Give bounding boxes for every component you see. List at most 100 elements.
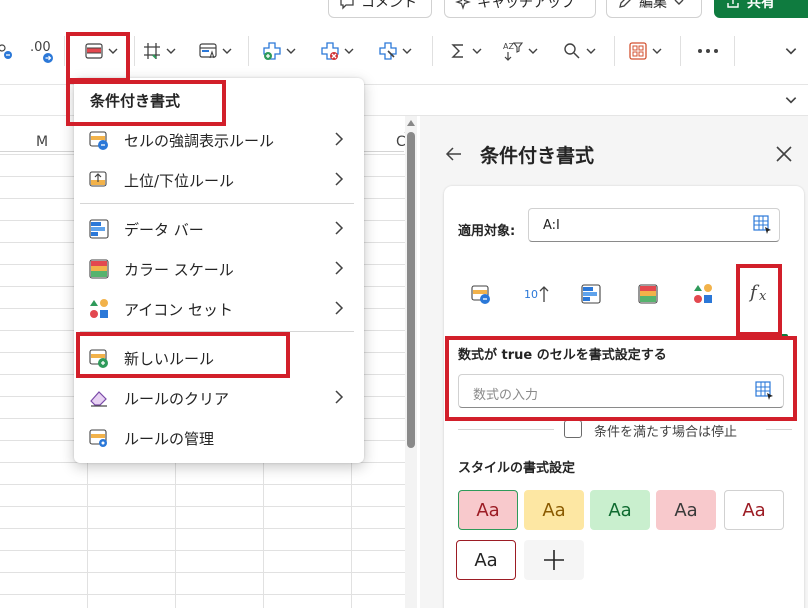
new-rule-icon <box>89 349 108 368</box>
format-table-icon <box>199 43 217 59</box>
chevron-down-icon <box>674 0 684 5</box>
style-swatch-yellow[interactable]: Aa <box>524 490 584 530</box>
grid-apps-icon <box>629 42 647 60</box>
add-ins-button[interactable] <box>628 34 663 68</box>
menu-item-manage-rules[interactable]: ルールの管理 <box>74 418 364 456</box>
column-header-m[interactable]: M <box>36 134 48 150</box>
share-button[interactable]: 共有 <box>714 0 808 18</box>
conditional-formatting-pane: 条件付き書式 適用対象: A:I 10 fx 数式が true のセルを書式設定… <box>420 116 808 608</box>
eraser-icon <box>90 391 107 407</box>
menu-item-highlight-rules[interactable]: セルの強調表示ルール <box>74 120 364 158</box>
menu-title: 条件付き書式 <box>90 92 181 110</box>
style-swatch-text: Aa <box>542 499 566 521</box>
menu-item-label: カラー スケール <box>124 261 234 279</box>
edit-mode-button[interactable]: 編集 <box>606 0 702 18</box>
format-cells-button[interactable] <box>378 34 413 68</box>
style-swatch-green[interactable]: Aa <box>590 490 650 530</box>
style-swatch-red-border[interactable]: Aa <box>456 540 516 580</box>
menu-item-data-bar[interactable]: データ バー <box>74 209 364 247</box>
conditional-formatting-button[interactable] <box>84 34 119 68</box>
toolbar-separator <box>680 36 681 66</box>
menu-item-top-bottom-rules[interactable]: 上位/下位ルール <box>74 160 364 198</box>
vertical-scrollbar[interactable] <box>405 116 417 608</box>
find-button[interactable] <box>562 34 597 68</box>
pencil-icon <box>619 0 631 8</box>
insert-cells-icon <box>263 42 281 60</box>
add-custom-style-button[interactable] <box>524 540 584 580</box>
scrollbar-thumb[interactable] <box>407 132 415 448</box>
ribbon-toolbar: .00 AZ <box>0 22 808 80</box>
format-as-table-button[interactable] <box>198 34 233 68</box>
chevron-down-icon[interactable] <box>784 93 798 107</box>
formula-rule-icon[interactable]: fx <box>748 278 772 306</box>
expand-ribbon-button[interactable] <box>784 34 798 68</box>
style-swatch-text: Aa <box>742 499 766 521</box>
toolbar-separator <box>134 36 135 66</box>
catchup-label: キャッチアップ <box>477 0 575 11</box>
style-swatch-text: Aa <box>674 499 698 521</box>
icon-set-rule-icon[interactable] <box>692 283 714 305</box>
menu-item-color-scale[interactable]: カラー スケール <box>74 249 364 287</box>
top-bottom-rules-icon <box>89 171 107 187</box>
pane-title: 条件付き書式 <box>480 145 595 167</box>
more-options-button[interactable] <box>696 34 720 68</box>
back-arrow-icon[interactable] <box>444 144 464 164</box>
up-arrow-icon <box>539 286 549 302</box>
top-10-text: 10 <box>524 288 538 301</box>
color-scale-icon <box>89 259 109 279</box>
autosum-button[interactable] <box>448 34 483 68</box>
selected-rule-indicator <box>768 334 788 338</box>
increase-decimal-button[interactable]: .00 <box>30 34 53 68</box>
style-swatch-text: Aa <box>474 549 498 571</box>
decrease-decimal-icon <box>0 44 12 59</box>
data-bar-rule-icon[interactable] <box>580 283 602 305</box>
close-icon[interactable] <box>774 144 794 164</box>
borders-button[interactable] <box>142 34 177 68</box>
top-10-rule-icon[interactable]: 10 <box>524 283 550 305</box>
catchup-button[interactable]: キャッチアップ <box>444 0 596 18</box>
conditional-formatting-menu: 条件付き書式 セルの強調表示ルール 上位/下位ルール データ バー カラー スケ… <box>74 78 364 463</box>
menu-item-label: アイコン セット <box>124 301 234 319</box>
style-swatch-pink[interactable]: Aa <box>656 490 716 530</box>
highlight-cells-rule-icon[interactable] <box>470 283 492 305</box>
more-icon <box>698 49 718 53</box>
decrease-decimal-button[interactable] <box>0 34 16 68</box>
style-swatch-light-red[interactable]: Aa <box>458 490 518 530</box>
divider-line <box>458 429 554 430</box>
stop-if-true-checkbox[interactable] <box>564 420 582 438</box>
insert-cells-button[interactable] <box>262 34 297 68</box>
chevron-down-icon <box>344 48 354 54</box>
delete-cells-icon <box>321 42 339 60</box>
range-select-icon[interactable] <box>755 381 775 401</box>
applies-to-input[interactable]: A:I <box>528 208 780 242</box>
style-swatch-text: Aa <box>476 499 500 521</box>
chevron-down-icon <box>402 48 412 54</box>
highlight-rules-icon <box>89 131 108 150</box>
menu-separator <box>80 203 354 204</box>
manage-rules-icon <box>89 429 107 447</box>
menu-item-label: セルの強調表示ルール <box>124 132 275 150</box>
comment-button[interactable]: コメント <box>328 0 432 18</box>
menu-item-icon-set[interactable]: アイコン セット <box>74 289 364 327</box>
sort-filter-button[interactable]: AZ <box>502 34 539 68</box>
menu-item-label: データ バー <box>124 221 204 239</box>
comment-icon <box>340 0 354 10</box>
data-bar-icon <box>89 219 109 239</box>
menu-item-label: ルールの管理 <box>124 430 215 448</box>
chevron-right-icon <box>335 301 344 315</box>
delete-cells-button[interactable] <box>320 34 355 68</box>
menu-item-new-rule[interactable]: 新しいルール <box>74 338 364 376</box>
applies-to-value: A:I <box>543 218 560 233</box>
color-scale-rule-icon[interactable] <box>637 283 659 305</box>
stop-if-true-label: 条件を満たす場合は停止 <box>594 425 738 440</box>
formula-input[interactable]: 数式の入力 <box>458 374 784 408</box>
increase-arrow-icon <box>43 53 53 63</box>
rule-editor-card: 適用対象: A:I 10 fx 数式が true のセルを書式設定する 数式の入… <box>444 186 804 608</box>
style-swatch-red-text[interactable]: Aa <box>724 490 784 530</box>
scroll-up-icon[interactable] <box>407 120 415 126</box>
chevron-down-icon <box>528 48 538 54</box>
menu-item-clear-rules[interactable]: ルールのクリア <box>74 378 364 416</box>
range-select-icon[interactable] <box>753 215 773 235</box>
chevron-down-icon <box>652 48 662 54</box>
sparkle-icon <box>455 0 471 10</box>
